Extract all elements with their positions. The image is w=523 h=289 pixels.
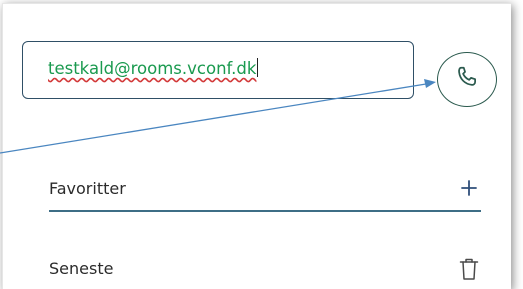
trash-icon[interactable] <box>457 256 481 287</box>
recent-section-header[interactable]: Seneste <box>49 252 481 289</box>
favorites-label: Favoritter <box>49 179 126 198</box>
address-input-value[interactable]: testkald@rooms.vconf.dk <box>48 58 259 78</box>
address-input-field[interactable]: testkald@rooms.vconf.dk <box>22 41 414 99</box>
contacts-panel: testkald@rooms.vconf.dk Favoritter Senes… <box>2 3 511 289</box>
screenshot-stage: testkald@rooms.vconf.dk Favoritter Senes… <box>0 0 523 289</box>
text-caret <box>257 58 259 77</box>
plus-icon[interactable] <box>457 176 481 205</box>
favorites-section-header[interactable]: Favoritter <box>49 172 481 212</box>
address-input-text: testkald@rooms.vconf.dk <box>48 59 257 78</box>
phone-icon <box>454 64 480 95</box>
favorites-divider <box>49 210 481 212</box>
recent-label: Seneste <box>49 259 114 278</box>
call-button[interactable] <box>437 52 497 107</box>
